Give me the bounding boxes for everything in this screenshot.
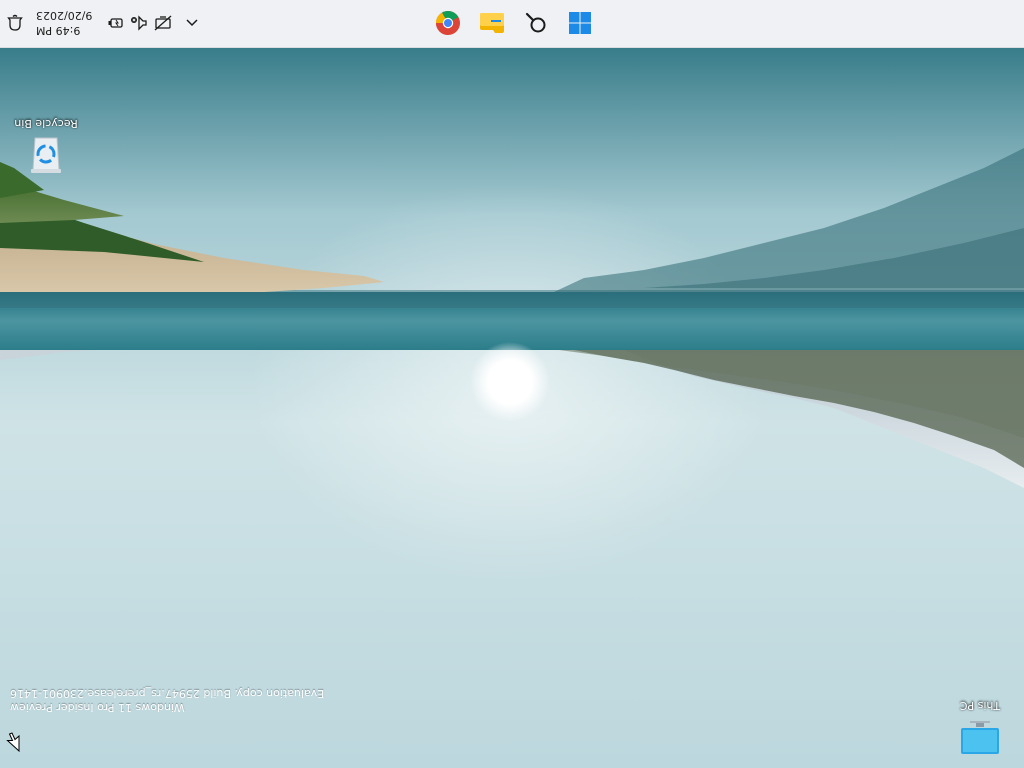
watermark-edition: Windows 11 Pro Insider Preview: [10, 701, 185, 714]
system-tray: 9:49 PM 9/20/2023: [0, 0, 204, 47]
search-icon: [525, 12, 546, 33]
this-pc-desktop-icon[interactable]: This PC: [942, 699, 1018, 760]
recycle-bin-label: Recycle Bin: [14, 117, 78, 130]
quick-settings-button[interactable]: [98, 7, 180, 39]
clock-time: 9:49 PM: [36, 24, 81, 37]
volume-icon: [131, 15, 148, 31]
notification-center-button[interactable]: [0, 7, 30, 39]
clock-date: 9/20/2023: [36, 9, 93, 22]
wallpaper: [0, 0, 1024, 768]
bell-icon: [7, 14, 23, 31]
file-explorer-icon: [480, 13, 504, 33]
desktop[interactable]: This PC Recycle Bin Windows 11 Pro Insid…: [0, 0, 1024, 768]
network-icon: [154, 15, 172, 31]
evaluation-watermark: Windows 11 Pro Insider Preview Evaluatio…: [10, 686, 324, 714]
search-button[interactable]: [516, 3, 556, 43]
this-pc-icon: [961, 721, 999, 754]
battery-icon: [108, 18, 124, 28]
this-pc-label: This PC: [959, 699, 1001, 712]
file-explorer-button[interactable]: [472, 3, 512, 43]
mouse-pointer-icon: [6, 732, 20, 752]
chrome-button[interactable]: [428, 3, 468, 43]
screen: This PC Recycle Bin Windows 11 Pro Insid…: [0, 0, 1024, 768]
chrome-icon: [436, 10, 460, 35]
recycle-bin-icon: [31, 137, 61, 173]
chevron-up-icon: [186, 19, 198, 27]
taskbar: 9:49 PM 9/20/2023: [0, 0, 1024, 48]
watermark-build: Evaluation copy. Build 25947.rs_prerelea…: [10, 687, 325, 700]
recycle-bin-desktop-icon[interactable]: Recycle Bin: [8, 117, 84, 178]
show-hidden-icons-button[interactable]: [180, 7, 204, 39]
start-button[interactable]: [560, 3, 600, 43]
taskbar-apps: [428, 0, 600, 47]
clock[interactable]: 9:49 PM 9/20/2023: [30, 8, 98, 38]
windows-start-icon: [569, 12, 591, 34]
